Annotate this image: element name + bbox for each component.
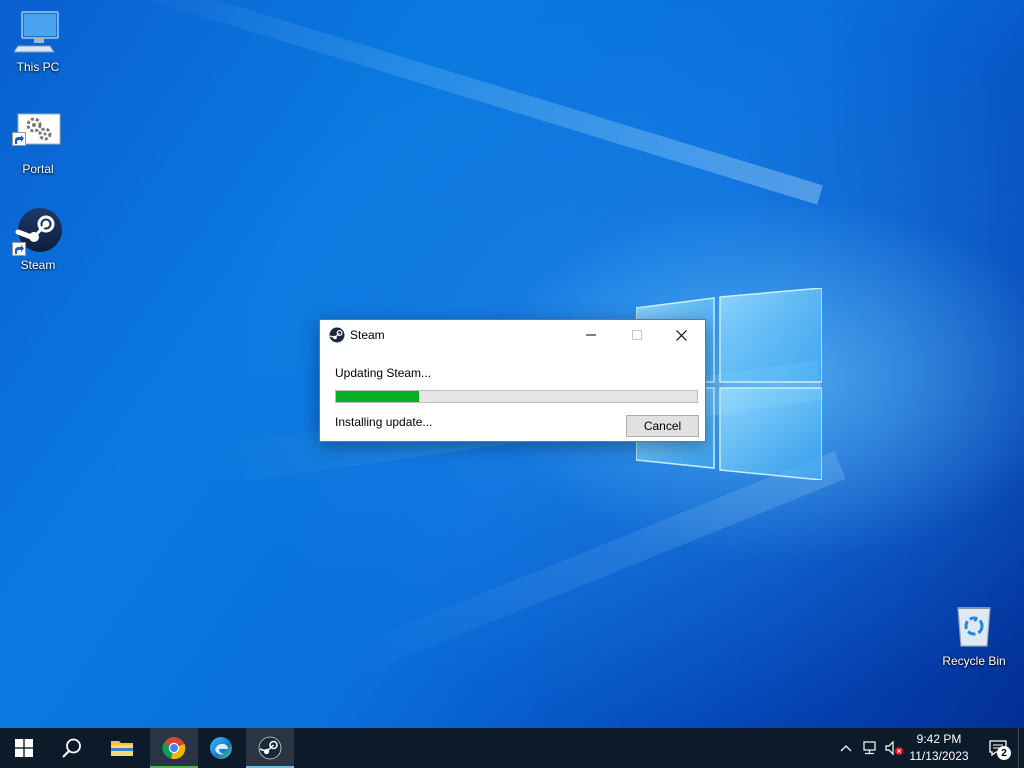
network-button[interactable]: [862, 740, 880, 756]
minimize-icon: [586, 334, 596, 336]
dialog-titlebar[interactable]: Steam: [320, 320, 705, 350]
edge-icon: [210, 737, 232, 759]
network-icon: [863, 741, 876, 755]
desktop-icon-this-pc[interactable]: This PC: [0, 8, 76, 74]
wallpaper-beam: [315, 451, 846, 689]
wallpaper-beam: [109, 0, 823, 205]
desktop: This PC Portal Steam Recycle Bin Steam U…: [0, 0, 1024, 728]
taskbar-edge[interactable]: [197, 728, 245, 768]
progress-fill: [336, 391, 420, 402]
clock[interactable]: 9:42 PM 11/13/2023: [900, 731, 978, 765]
taskbar-steam[interactable]: [246, 728, 294, 768]
taskbar: 9:42 PM 11/13/2023 2: [0, 728, 1024, 768]
start-button[interactable]: [0, 728, 48, 768]
desktop-icon-portal[interactable]: Portal: [0, 110, 76, 176]
desktop-icon-label: Recycle Bin: [942, 654, 1006, 668]
taskbar-file-explorer[interactable]: [98, 728, 146, 768]
minimize-button[interactable]: [568, 320, 614, 350]
settings-gears-icon: [12, 110, 62, 158]
notification-count-badge: 2: [997, 746, 1011, 760]
desktop-icon-label: Portal: [22, 162, 54, 176]
steam-icon: [329, 327, 345, 343]
desktop-icon-steam[interactable]: Steam: [0, 206, 76, 272]
search-icon: [62, 738, 81, 758]
maximize-button[interactable]: [614, 320, 660, 350]
desktop-icon-recycle-bin[interactable]: Recycle Bin: [936, 602, 1012, 668]
taskbar-chrome[interactable]: [150, 728, 198, 768]
steam-update-dialog: Steam Updating Steam... Installing updat…: [319, 319, 706, 442]
search-button[interactable]: [48, 728, 96, 768]
update-substatus-text: Installing update...: [335, 415, 433, 429]
desktop-icon-label: This PC: [16, 60, 60, 74]
update-progress-bar: [335, 390, 698, 403]
clock-time: 9:42 PM: [916, 732, 962, 746]
update-status-text: Updating Steam...: [335, 366, 432, 380]
close-button[interactable]: [658, 320, 704, 350]
steam-icon: [258, 736, 282, 760]
close-icon: [675, 329, 687, 341]
dialog-title: Steam: [350, 328, 385, 342]
chevron-up-icon: [840, 745, 852, 752]
shortcut-arrow-icon: [12, 132, 26, 146]
desktop-icon-label: Steam: [20, 258, 56, 272]
clock-date: 11/13/2023: [909, 749, 969, 763]
steam-icon: [12, 206, 62, 256]
chrome-icon: [162, 737, 186, 760]
windows-icon: [15, 739, 33, 757]
tray-overflow-button[interactable]: [838, 740, 854, 756]
maximize-icon: [632, 330, 642, 340]
cancel-button[interactable]: Cancel: [626, 415, 699, 437]
recycle-bin-icon: [950, 602, 998, 650]
show-desktop-button[interactable]: [1018, 728, 1024, 768]
notification-center-button[interactable]: 2: [980, 728, 1016, 768]
shortcut-arrow-icon: [12, 242, 26, 256]
folder-icon: [111, 741, 133, 756]
computer-icon: [13, 8, 62, 56]
